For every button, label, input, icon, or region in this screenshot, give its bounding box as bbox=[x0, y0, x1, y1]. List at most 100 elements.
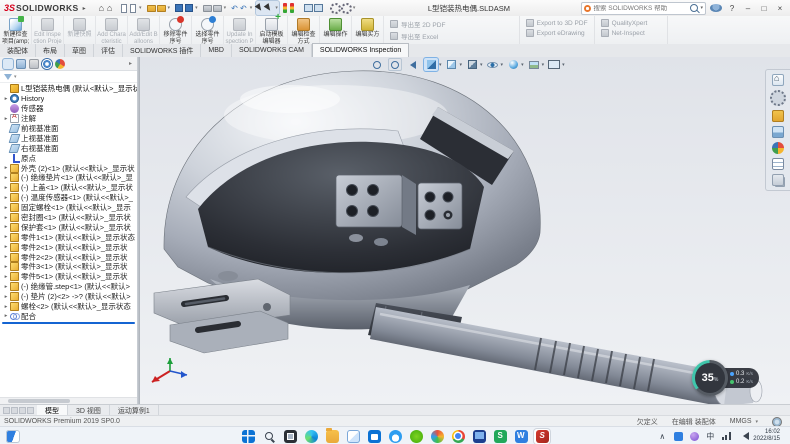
export-menu-item[interactable]: Net-Inspect bbox=[601, 29, 661, 37]
export-menu-item[interactable]: QualityXpert bbox=[601, 19, 661, 27]
quick-access-button[interactable] bbox=[282, 2, 300, 15]
view-tool[interactable]: ▾ bbox=[465, 58, 483, 71]
tree-item[interactable]: ▸ 外壳 (2)<1> (默认<<默认>_显示状 bbox=[0, 163, 137, 173]
expand-arrow-icon[interactable]: ▸ bbox=[3, 205, 9, 211]
tray-icon[interactable] bbox=[689, 432, 699, 441]
ribbon-button[interactable]: 编辑买方 bbox=[352, 16, 384, 44]
tray-icon[interactable] bbox=[673, 432, 683, 441]
taskbar-app-button[interactable] bbox=[471, 429, 487, 444]
task-pane-tab-icon[interactable] bbox=[772, 174, 784, 186]
tree-item[interactable]: 上视基准面 bbox=[0, 133, 137, 143]
ribbon-button[interactable]: Edit Inspection Project bbox=[32, 16, 64, 44]
tray-icon[interactable]: 中 bbox=[705, 431, 715, 442]
manager-tab-icon[interactable] bbox=[16, 59, 26, 69]
ribbon-button[interactable]: 编辑检查方式 bbox=[288, 16, 320, 44]
quick-access-button[interactable] bbox=[303, 2, 326, 15]
view-tool[interactable]: ▾ bbox=[527, 58, 545, 71]
taskbar-app-button[interactable] bbox=[366, 429, 382, 444]
expand-arrow-icon[interactable]: ▸ bbox=[3, 116, 9, 122]
taskbar-app-button[interactable] bbox=[492, 429, 508, 444]
view-tool-icon[interactable] bbox=[445, 58, 459, 71]
chevron-down-icon[interactable]: ▾ bbox=[562, 62, 565, 68]
view-tool[interactable] bbox=[370, 58, 385, 71]
maximize-button[interactable]: □ bbox=[758, 2, 770, 14]
view-tool[interactable]: ▾ bbox=[486, 58, 504, 71]
command-tab[interactable]: SOLIDWORKS CAM bbox=[232, 44, 312, 57]
tags-globe-icon[interactable] bbox=[772, 417, 782, 427]
tree-item[interactable]: 前视基准面 bbox=[0, 124, 137, 134]
tab-nav-buttons[interactable] bbox=[0, 407, 37, 414]
task-pane-tab-icon[interactable] bbox=[772, 158, 784, 170]
export-menu-item[interactable]: Export to 3D PDF bbox=[526, 19, 588, 27]
command-tab[interactable]: MBD bbox=[201, 44, 232, 57]
chevron-down-icon[interactable]: ▾ bbox=[250, 5, 253, 11]
view-tool-icon[interactable] bbox=[388, 58, 402, 71]
manager-tabs-overflow[interactable]: ▸ bbox=[129, 60, 134, 67]
taskbar-app-button[interactable] bbox=[513, 429, 529, 444]
expand-arrow-icon[interactable]: ▸ bbox=[3, 284, 9, 290]
view-tool[interactable]: ▾ bbox=[445, 58, 463, 71]
tree-item[interactable]: ▸ 零件3<1> (默认<<默认>_显示状 bbox=[0, 262, 137, 272]
task-pane-tab-icon[interactable] bbox=[772, 126, 784, 138]
chevron-down-icon[interactable]: ▾ bbox=[480, 62, 483, 68]
task-pane-tab-icon[interactable] bbox=[772, 110, 784, 122]
export-menu-item[interactable]: 导出至 2D PDF bbox=[390, 19, 513, 29]
expand-arrow-icon[interactable]: ▸ bbox=[3, 185, 9, 191]
tree-item[interactable]: 传感器 bbox=[0, 104, 137, 114]
manager-tab-icon[interactable] bbox=[42, 59, 52, 69]
view-tool[interactable]: ▾ bbox=[506, 58, 524, 71]
menu-flyout-icon[interactable]: ▸ bbox=[83, 5, 86, 12]
quick-access-button[interactable]: ▾ bbox=[329, 2, 357, 15]
tree-item[interactable]: ▸ History bbox=[0, 94, 137, 104]
tree-item[interactable]: ▸ 零件2<2> (默认<<默认>_显示状 bbox=[0, 252, 137, 262]
tree-item[interactable]: ▸ 注解 bbox=[0, 114, 137, 124]
tree-item[interactable]: ▸ (-) 绝缘垫片<1> (默认<<默认>_显 bbox=[0, 173, 137, 183]
panel-horizontal-scrollbar[interactable] bbox=[0, 397, 137, 404]
tray-icon[interactable] bbox=[721, 432, 731, 440]
taskbar-app-button[interactable] bbox=[387, 429, 403, 444]
expand-arrow-icon[interactable]: ▸ bbox=[3, 224, 9, 230]
expand-arrow-icon[interactable]: ▸ bbox=[3, 274, 9, 280]
expand-arrow-icon[interactable]: ▸ bbox=[3, 215, 9, 221]
tab-nav-icon[interactable] bbox=[3, 407, 10, 414]
chevron-down-icon[interactable]: ▾ bbox=[353, 5, 356, 11]
view-tool-icon[interactable] bbox=[406, 58, 420, 71]
tree-item[interactable]: ▸ 零件5<1> (默认<<默认>_显示状 bbox=[0, 272, 137, 282]
search-scope-icon[interactable] bbox=[584, 5, 591, 12]
quick-access-button[interactable]: ▾ bbox=[230, 2, 253, 15]
export-menu-item[interactable]: 导出至 Excel bbox=[390, 31, 513, 41]
view-tool[interactable] bbox=[388, 58, 403, 71]
chevron-down-icon[interactable]: ▾ bbox=[195, 5, 198, 11]
close-button[interactable]: × bbox=[774, 2, 786, 14]
command-tab[interactable]: SOLIDWORKS Inspection bbox=[312, 43, 409, 57]
chevron-down-icon[interactable]: ▾ bbox=[275, 5, 278, 11]
filter-caret-icon[interactable]: ▾ bbox=[14, 74, 17, 80]
expand-arrow-icon[interactable]: ▸ bbox=[3, 294, 9, 300]
tray-icon[interactable]: ∧ bbox=[657, 432, 667, 441]
search-icon[interactable] bbox=[690, 4, 698, 12]
taskbar-app-button[interactable] bbox=[324, 429, 340, 444]
ribbon-button[interactable]: 编辑操作 bbox=[320, 16, 352, 44]
task-pane-tab-icon[interactable] bbox=[772, 142, 784, 154]
tree-item[interactable]: ▸ 零件1<1> (默认<<默认>_显示状态 bbox=[0, 232, 137, 242]
view-tool-icon[interactable] bbox=[527, 58, 541, 71]
manager-tab-icon[interactable] bbox=[29, 59, 39, 69]
quick-access-button[interactable]: ▾ bbox=[120, 2, 143, 15]
manager-tab-icon[interactable] bbox=[55, 59, 65, 69]
tab-nav-icon[interactable] bbox=[19, 407, 26, 414]
taskbar-app-button[interactable] bbox=[534, 429, 550, 444]
tray-icon[interactable] bbox=[737, 432, 747, 440]
export-menu-item[interactable]: Export eDrawing bbox=[526, 29, 588, 37]
tree-item[interactable]: ▸ (-) 温度传感器<1> (默认<<默认>_ bbox=[0, 193, 137, 203]
tree-item[interactable]: ▸ 保护套<1> (默认<<默认>_显示状 bbox=[0, 222, 137, 232]
chevron-down-icon[interactable]: ▾ bbox=[139, 5, 142, 11]
expand-arrow-icon[interactable]: ▸ bbox=[3, 264, 9, 270]
view-tool-icon[interactable] bbox=[547, 58, 561, 71]
view-tool-icon[interactable] bbox=[370, 58, 384, 71]
command-tab[interactable]: SOLIDWORKS 插件 bbox=[123, 44, 201, 57]
quick-access-button[interactable]: ▾ bbox=[146, 2, 172, 15]
search-box[interactable]: ▾ bbox=[581, 2, 706, 15]
command-tab[interactable]: 装配体 bbox=[0, 44, 36, 57]
tree-item[interactable]: 原点 bbox=[0, 153, 137, 163]
search-caret-icon[interactable]: ▾ bbox=[700, 5, 703, 11]
